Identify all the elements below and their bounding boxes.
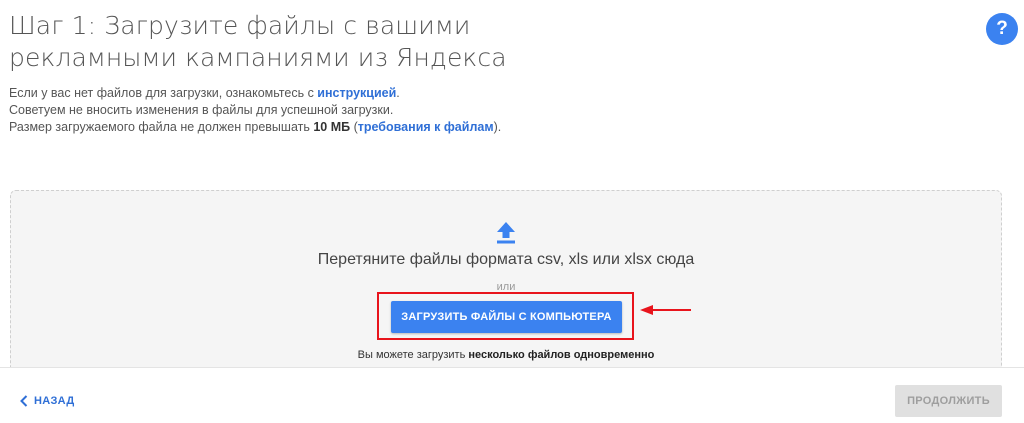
pointer-arrow-icon	[640, 305, 691, 315]
drop-instruction: Перетяните файлы формата csv, xls или xl…	[317, 251, 695, 268]
multiple-files-hint: Вы можете загрузить несколько файлов одн…	[0, 348, 1012, 362]
back-button[interactable]: Назад	[20, 392, 74, 410]
info-line-size-end: ).	[493, 120, 502, 134]
info-line-instructions-text: Если у вас нет файлов для загрузки, озна…	[9, 86, 318, 100]
info-line-instructions-end: .	[396, 86, 400, 100]
upload-from-computer-button[interactable]: Загрузить файлы с компьютера	[391, 301, 622, 333]
chevron-left-icon	[20, 395, 28, 407]
file-requirements-link[interactable]: требования к файлам	[358, 120, 494, 134]
page-title: Шаг 1: Загрузите файлы с вашими рекламны…	[9, 11, 507, 72]
upload-arrow-icon	[497, 222, 515, 244]
info-text: Если у вас нет файлов для загрузки, озна…	[9, 85, 501, 136]
multiple-files-hint-bold: несколько файлов одновременно	[468, 349, 655, 361]
back-button-label: Назад	[34, 395, 75, 407]
info-line-advice: Советуем не вносить изменения в файлы дл…	[9, 103, 394, 117]
info-line-size-text: Размер загружаемого файла не должен прев…	[9, 120, 314, 134]
continue-button[interactable]: Продолжить	[895, 385, 1002, 417]
instructions-link[interactable]: инструкцией	[317, 86, 396, 100]
info-line-size: Размер загружаемого файла не должен прев…	[9, 119, 501, 136]
max-file-size: 10 МБ	[313, 120, 351, 134]
info-line-size-open: (	[350, 120, 358, 134]
footer-bar	[0, 367, 1024, 423]
help-button[interactable]: ?	[986, 13, 1018, 45]
multiple-files-hint-text: Вы можете загрузить	[357, 349, 469, 361]
info-line-instructions: Если у вас нет файлов для загрузки, озна…	[9, 85, 501, 102]
